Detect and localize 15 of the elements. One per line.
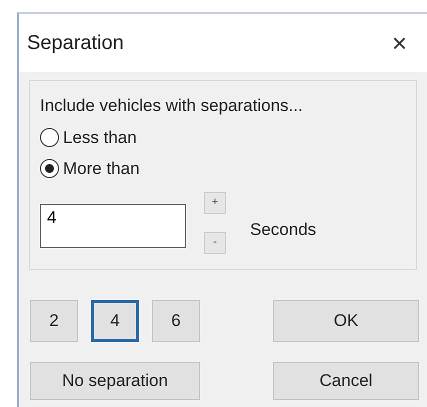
radio-option[interactable]: More than	[40, 156, 140, 182]
window-title: Separation	[27, 31, 124, 56]
unit-label: Seconds	[250, 218, 316, 241]
group-label: Include vehicles with separations...	[40, 95, 304, 117]
preset-button[interactable]: 4	[91, 300, 139, 342]
preset-button[interactable]: 6	[152, 300, 200, 342]
no-separation-button[interactable]: No separation	[30, 362, 200, 400]
decrement-button[interactable]: -	[204, 232, 226, 254]
radio-option[interactable]: Less than	[40, 124, 137, 150]
increment-button[interactable]: +	[204, 192, 226, 214]
ok-button[interactable]: OK	[273, 300, 419, 342]
cancel-button[interactable]: Cancel	[273, 362, 419, 400]
close-button[interactable]: ×	[386, 30, 413, 56]
preset-button[interactable]: 2	[30, 300, 78, 342]
seconds-field[interactable]: 4	[40, 204, 186, 248]
